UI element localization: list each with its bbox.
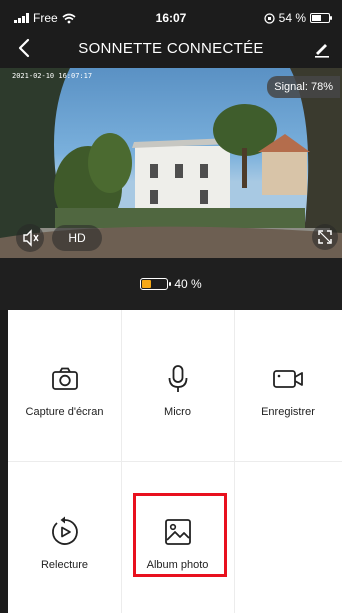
page-title: SONNETTE CONNECTÉE <box>78 40 264 57</box>
navigation-bar: SONNETTE CONNECTÉE <box>0 32 342 66</box>
mute-button[interactable] <box>16 224 44 252</box>
battery-icon <box>310 13 332 23</box>
action-label: Micro <box>164 406 191 418</box>
signal-strength-badge: Signal: 78% <box>267 76 340 98</box>
battery-percentage: 54 % <box>278 11 306 25</box>
camera-live-view[interactable]: 2021-02-10 16:07:17 Signal: 78% HD <box>0 68 342 258</box>
grid-divider <box>8 461 342 462</box>
device-battery-level: 40 % <box>174 277 202 291</box>
microphone-icon <box>168 365 187 392</box>
video-timestamp: 2021-02-10 16:07:17 <box>12 72 93 80</box>
device-battery-icon <box>140 278 172 290</box>
orientation-lock-icon <box>263 12 275 24</box>
fullscreen-button[interactable] <box>312 224 338 250</box>
video-quality-button[interactable]: HD <box>52 225 102 251</box>
replay-icon <box>51 516 78 545</box>
device-battery-status: 40 % <box>0 258 342 310</box>
video-camera-icon <box>273 370 303 388</box>
action-label: Capture d'écran <box>25 406 104 418</box>
action-grid: Capture d'écran Micro Enregistrer Relect… <box>8 310 342 613</box>
speaker-muted-icon <box>23 229 39 247</box>
edit-pencil-icon[interactable] <box>312 38 332 58</box>
microphone-button[interactable]: Micro <box>121 362 234 418</box>
fullscreen-icon <box>318 230 332 244</box>
playback-button[interactable]: Relecture <box>8 515 121 571</box>
battery-level-fill <box>142 280 151 288</box>
highlight-box <box>133 493 227 577</box>
action-label: Relecture <box>40 559 89 571</box>
status-bar: Free 16:07 54 % <box>0 0 342 32</box>
camera-icon <box>51 367 78 390</box>
screenshot-button[interactable]: Capture d'écran <box>8 362 121 418</box>
action-label: Enregistrer <box>261 406 315 418</box>
record-button[interactable]: Enregistrer <box>234 362 342 418</box>
